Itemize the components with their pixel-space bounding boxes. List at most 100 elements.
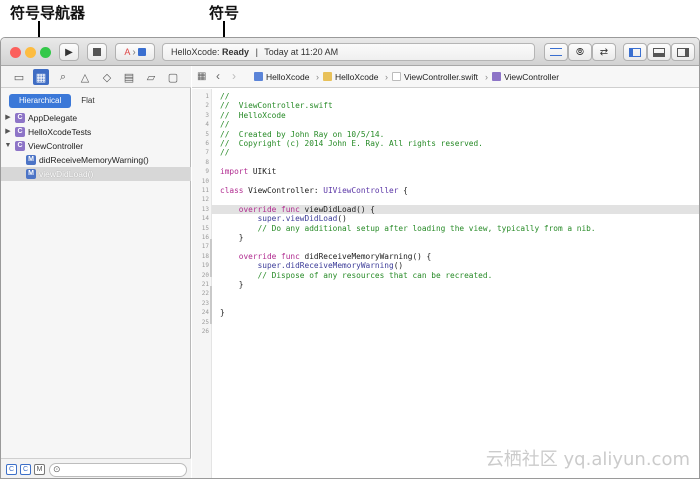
code-line[interactable]: } (212, 308, 699, 317)
tree-item-didreceivememorywarning[interactable]: M didReceiveMemoryWarning() (1, 153, 191, 167)
code-line[interactable]: // Copyright (c) 2014 John E. Ray. All r… (212, 139, 699, 148)
breakpoint-navigator-tab[interactable]: ▱ (143, 69, 159, 85)
tree-item-label: HelloXcodeTests (28, 127, 92, 137)
code-line[interactable] (212, 195, 699, 204)
breadcrumb-separator-icon: › (316, 72, 319, 82)
code-line[interactable]: override func viewDidLoad() { (212, 204, 699, 215)
code-token: class (220, 186, 244, 195)
project-navigator-tab[interactable]: ▭ (11, 69, 27, 85)
related-items-icon[interactable]: ▦ (197, 71, 206, 82)
back-arrow-icon[interactable]: ‹ (216, 69, 220, 83)
close-window-button[interactable] (10, 47, 21, 58)
line-number: 4 (205, 121, 209, 129)
code-line[interactable]: // (212, 120, 699, 130)
warning-icon: △ (80, 71, 90, 84)
flat-segment[interactable]: Flat (71, 94, 104, 108)
tree-item-helloxcodetests[interactable]: ▶ C HelloXcodeTests (1, 125, 191, 139)
line-number: 15 (201, 224, 209, 232)
code-token: // Created by John Ray on 10/5/14. (220, 129, 385, 139)
code-token: () (393, 261, 404, 271)
symbol-filter-input[interactable]: ⊙ (49, 463, 187, 477)
code-line[interactable]: // ViewController.swift (212, 101, 699, 111)
code-token: // Copyright (c) 2014 John E. Ray. All r… (220, 139, 483, 148)
forward-arrow-icon[interactable]: › (232, 69, 236, 83)
code-token: // (220, 120, 230, 130)
xcode-window: ▶ A › HelloXcode: Ready | Today at 11:20… (0, 37, 700, 479)
tree-item-appdelegate[interactable]: ▶ C AppDelegate (1, 111, 191, 125)
find-navigator-tab[interactable]: ⌕ (55, 69, 71, 85)
minimize-window-button[interactable] (25, 47, 36, 58)
zoom-window-button[interactable] (40, 47, 51, 58)
class-icon (492, 72, 501, 81)
breadcrumb-symbol[interactable]: ViewController (492, 66, 559, 88)
toggle-debug-button[interactable] (647, 43, 671, 61)
code-line[interactable]: } (212, 280, 699, 289)
code-line[interactable] (212, 327, 699, 336)
disclosure-right-icon[interactable]: ▶ (4, 111, 12, 125)
line-number: 18 (201, 252, 209, 260)
line-number: 19 (201, 262, 209, 270)
code-line[interactable] (212, 242, 699, 251)
breadcrumb-project[interactable]: HelloXcode (254, 66, 309, 88)
code-token: super.viewDidLoad (257, 214, 338, 224)
scheme-selector[interactable]: A › (115, 43, 155, 61)
debug-navigator-tab[interactable]: ▤ (121, 69, 137, 85)
code-line[interactable]: class ViewController: UIViewController { (212, 186, 699, 195)
code-token: } (220, 280, 244, 289)
source-editor[interactable]: //// ViewController.swift// HelloXcode//… (212, 89, 699, 478)
code-line[interactable] (212, 289, 699, 298)
line-number: 20 (201, 271, 209, 279)
toggle-utilities-button[interactable] (671, 43, 695, 61)
code-line[interactable]: super.viewDidLoad() (212, 214, 699, 224)
symbol-navigator-annotation: 符号导航器 (10, 4, 86, 22)
symbol-navigator-tab[interactable]: ▦ (33, 69, 49, 85)
disclosure-right-icon[interactable]: ▶ (4, 125, 12, 139)
tree-item-label: didReceiveMemoryWarning() (39, 155, 149, 165)
code-line[interactable] (212, 158, 699, 167)
code-line[interactable]: } (212, 233, 699, 242)
version-editor-button[interactable]: ⇄ (592, 43, 616, 61)
code-line[interactable]: // (212, 92, 699, 101)
code-token: // ViewController.swift (220, 101, 333, 111)
code-line[interactable]: // Created by John Ray on 10/5/14. (212, 129, 699, 139)
code-line[interactable]: override func didReceiveMemoryWarning() … (212, 252, 699, 261)
line-number: 11 (201, 187, 209, 194)
run-button[interactable]: ▶ (59, 43, 79, 61)
assistant-editor-button[interactable]: ⦾ (568, 43, 592, 61)
code-line[interactable]: import UIKit (212, 167, 699, 176)
breadcrumb-group[interactable]: HelloXcode (323, 66, 378, 88)
toggle-navigator-button[interactable] (623, 43, 647, 61)
code-line[interactable]: // Dispose of any resources that can be … (212, 271, 699, 280)
tree-item-viewdidload[interactable]: M viewDidLoad() (1, 167, 191, 181)
report-navigator-tab[interactable]: ▢ (165, 69, 181, 85)
code-line[interactable] (212, 299, 699, 308)
project-icon (254, 72, 263, 81)
code-line[interactable] (212, 177, 699, 186)
assistant-icon: ⦾ (576, 46, 584, 58)
issue-navigator-tab[interactable]: △ (77, 69, 93, 85)
tree-item-viewcontroller[interactable]: ▼ C ViewController (1, 139, 191, 153)
class-filter-icon[interactable]: C (6, 464, 17, 475)
code-line[interactable]: super.didReceiveMemoryWarning() (212, 261, 699, 271)
disclosure-down-icon[interactable]: ▼ (4, 139, 12, 153)
symbol-annotation: 符号 (209, 4, 240, 22)
hierarchical-segment[interactable]: Hierarchical (9, 94, 72, 108)
method-icon: M (26, 155, 36, 165)
stop-button[interactable] (87, 43, 107, 61)
code-line[interactable]: // Do any additional setup after loading… (212, 224, 699, 233)
method-icon: M (26, 169, 36, 179)
container-filter-icon[interactable]: C (20, 464, 31, 475)
test-navigator-tab[interactable]: ◇ (99, 69, 115, 85)
member-filter-icon[interactable]: M (34, 464, 45, 475)
code-line[interactable]: // HelloXcode (212, 111, 699, 120)
line-number: 2 (205, 102, 209, 110)
code-line[interactable]: // (212, 148, 699, 157)
breadcrumb-file[interactable]: ViewController.swift (392, 66, 478, 88)
code-token: super.didReceiveMemoryWarning (257, 261, 394, 271)
folder-icon: ▭ (13, 71, 25, 84)
standard-editor-button[interactable] (544, 43, 568, 61)
code-line[interactable] (212, 318, 699, 327)
